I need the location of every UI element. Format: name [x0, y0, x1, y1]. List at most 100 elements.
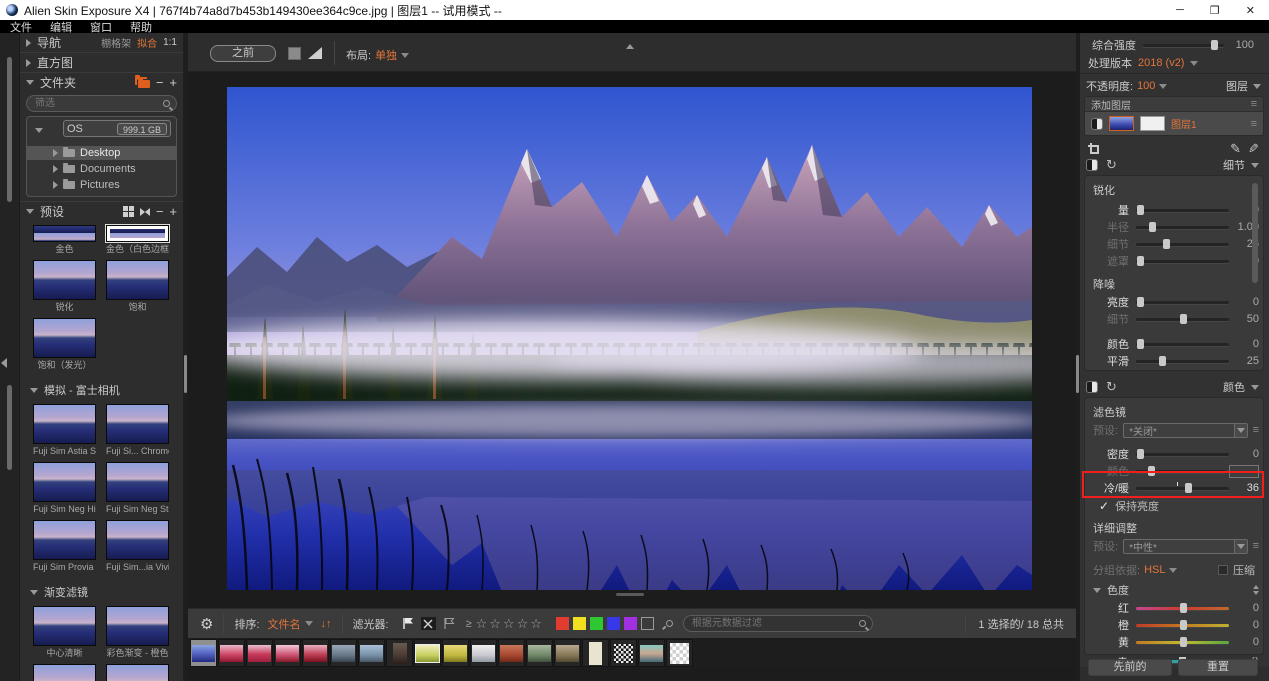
preset-item[interactable]: Fuji Sim Astia Soft [33, 404, 96, 456]
horizontal-grip[interactable] [616, 593, 644, 596]
preset-thumbnail[interactable] [33, 606, 96, 646]
color-panel-title[interactable]: 颜色 [1223, 379, 1245, 395]
collapse-bottom-icon[interactable] [626, 673, 634, 681]
slider-thumb[interactable] [1137, 205, 1144, 215]
divider-grip[interactable] [1076, 355, 1079, 393]
slider-track[interactable] [1136, 260, 1229, 263]
collapse-top-icon[interactable] [626, 36, 634, 54]
previous-button[interactable]: 先前的 [1088, 659, 1172, 676]
preset-item[interactable]: 金色（白色边框） [106, 225, 169, 254]
loupe-filter-icon[interactable] [666, 620, 673, 627]
photo-canvas[interactable] [227, 87, 1032, 590]
preset-item[interactable]: 饱和（发光） [33, 318, 96, 370]
split-preview-icon[interactable] [1086, 381, 1098, 393]
slider-track[interactable] [1136, 487, 1229, 490]
histogram-section-header[interactable]: 直方图 [20, 53, 183, 72]
preserve-brightness-row[interactable]: ✓ 保持亮度 [1099, 498, 1159, 514]
expand-collapse-icon[interactable] [1253, 585, 1259, 595]
preset-thumbnail[interactable] [106, 664, 169, 681]
filmstrip-thumb[interactable] [274, 639, 301, 667]
chevron-down-icon[interactable] [35, 128, 43, 133]
nav-section-header[interactable]: 导航 棚格架 拟合 1:1 [20, 33, 183, 52]
slider-track[interactable] [1136, 243, 1229, 246]
layer-name[interactable]: 图层1 [1171, 116, 1197, 131]
sort-direction-icon[interactable]: ↓↑ [321, 618, 332, 630]
group-by-value[interactable]: HSL [1144, 564, 1165, 576]
preset-thumbnail[interactable] [106, 260, 169, 300]
filmstrip-thumb[interactable] [442, 639, 469, 667]
opacity-value[interactable]: 100 [1137, 80, 1155, 92]
filmstrip-thumb[interactable] [554, 639, 581, 667]
preset-thumbnail[interactable] [33, 318, 96, 358]
preset-thumbnail[interactable] [106, 404, 169, 444]
slider-thumb[interactable] [1137, 449, 1144, 459]
flag-pick-icon[interactable] [401, 617, 415, 630]
remove-preset-button[interactable]: − [156, 207, 164, 217]
layer-row[interactable]: 图层1 ≡ [1085, 112, 1263, 135]
filmstrip-thumb[interactable] [330, 639, 357, 667]
flag-reject-icon[interactable] [421, 617, 436, 630]
preset-item[interactable]: Fuji Sim Provia Std [33, 520, 96, 572]
slider-track[interactable] [1143, 44, 1224, 47]
label-red-chip[interactable] [556, 617, 569, 630]
minimize-button[interactable]: ─ [1176, 4, 1184, 16]
preset-thumbnail[interactable] [33, 260, 96, 300]
folder-item-documents[interactable]: Documents [27, 162, 176, 176]
preset-thumbnail[interactable] [33, 520, 96, 560]
label-yellow-chip[interactable] [573, 617, 586, 630]
nav-1to1-mode[interactable]: 1:1 [163, 37, 177, 48]
folders-section-header[interactable]: 文件夹 − + [20, 73, 183, 92]
label-none-chip[interactable] [641, 617, 654, 630]
color-swatch[interactable] [1229, 465, 1259, 478]
add-layer-row[interactable]: 添加图层 ≡ [1085, 97, 1263, 112]
slider-track[interactable] [1136, 343, 1229, 346]
proof-square-icon[interactable] [288, 47, 301, 60]
slider-track[interactable] [1136, 360, 1229, 363]
reset-icon[interactable]: ↻ [1106, 379, 1117, 395]
folder-stack-icon[interactable] [135, 77, 150, 88]
preset-thumbnail[interactable] [33, 225, 96, 242]
split-preview-icon[interactable] [308, 47, 322, 59]
preset-item[interactable]: Fuji Sim Neg Hi [33, 462, 96, 514]
folder-item-pictures[interactable]: Pictures [27, 178, 176, 192]
metadata-search-input[interactable] [690, 617, 859, 630]
filmstrip-thumb[interactable] [358, 639, 385, 667]
reset-button[interactable]: 重置 [1178, 659, 1258, 676]
slider-thumb[interactable] [1185, 483, 1192, 493]
preset-item[interactable]: 锐化 [33, 260, 96, 312]
layer-thumbnail[interactable] [1109, 116, 1134, 131]
flag-unflagged-icon[interactable] [442, 617, 456, 630]
filmstrip-thumb[interactable] [610, 639, 637, 667]
preset-item[interactable]: Fuji Sim...ia Vivid [106, 520, 169, 572]
slider-thumb[interactable] [1163, 239, 1170, 249]
reset-icon[interactable]: ↻ [1106, 157, 1117, 173]
slider-track[interactable] [1136, 453, 1229, 456]
slider-thumb[interactable] [1149, 222, 1156, 232]
slider-track[interactable] [1136, 318, 1229, 321]
slider-thumb[interactable] [1180, 603, 1187, 613]
preset-item[interactable]: Fuji Si... Chrome [106, 404, 169, 456]
preset-item[interactable]: 彩色渐变 - 橙色 [106, 606, 169, 658]
layer-visibility-icon[interactable] [1091, 118, 1103, 130]
filmstrip-thumb[interactable] [386, 639, 413, 667]
preset-item[interactable]: 中心清晰 [33, 606, 96, 658]
filmstrip-thumb[interactable] [638, 639, 665, 667]
maximize-button[interactable]: ❐ [1210, 4, 1220, 17]
crop-tool-icon[interactable] [1088, 143, 1099, 157]
slider-track[interactable] [1136, 624, 1229, 627]
slider-thumb[interactable] [1137, 297, 1144, 307]
preset-item[interactable]: 金色 [33, 225, 96, 254]
filmstrip-thumb[interactable] [526, 639, 553, 667]
filmstrip-thumb[interactable] [302, 639, 329, 667]
filmstrip-thumb[interactable] [246, 639, 273, 667]
close-button[interactable]: ✕ [1246, 4, 1255, 17]
slider-track[interactable] [1136, 641, 1229, 644]
folder-filter-input[interactable] [33, 97, 163, 110]
preset-item[interactable]: 强化日落 [106, 664, 169, 681]
slider-thumb[interactable] [1180, 620, 1187, 630]
nav-grid-mode[interactable]: 棚格架 [101, 35, 131, 50]
rating-ge-icon[interactable]: ≥ [466, 618, 472, 630]
preset-group-fuji[interactable]: 模拟 - 富士相机 [20, 376, 183, 400]
add-preset-button[interactable]: + [169, 207, 177, 217]
preset-thumbnail[interactable] [33, 462, 96, 502]
